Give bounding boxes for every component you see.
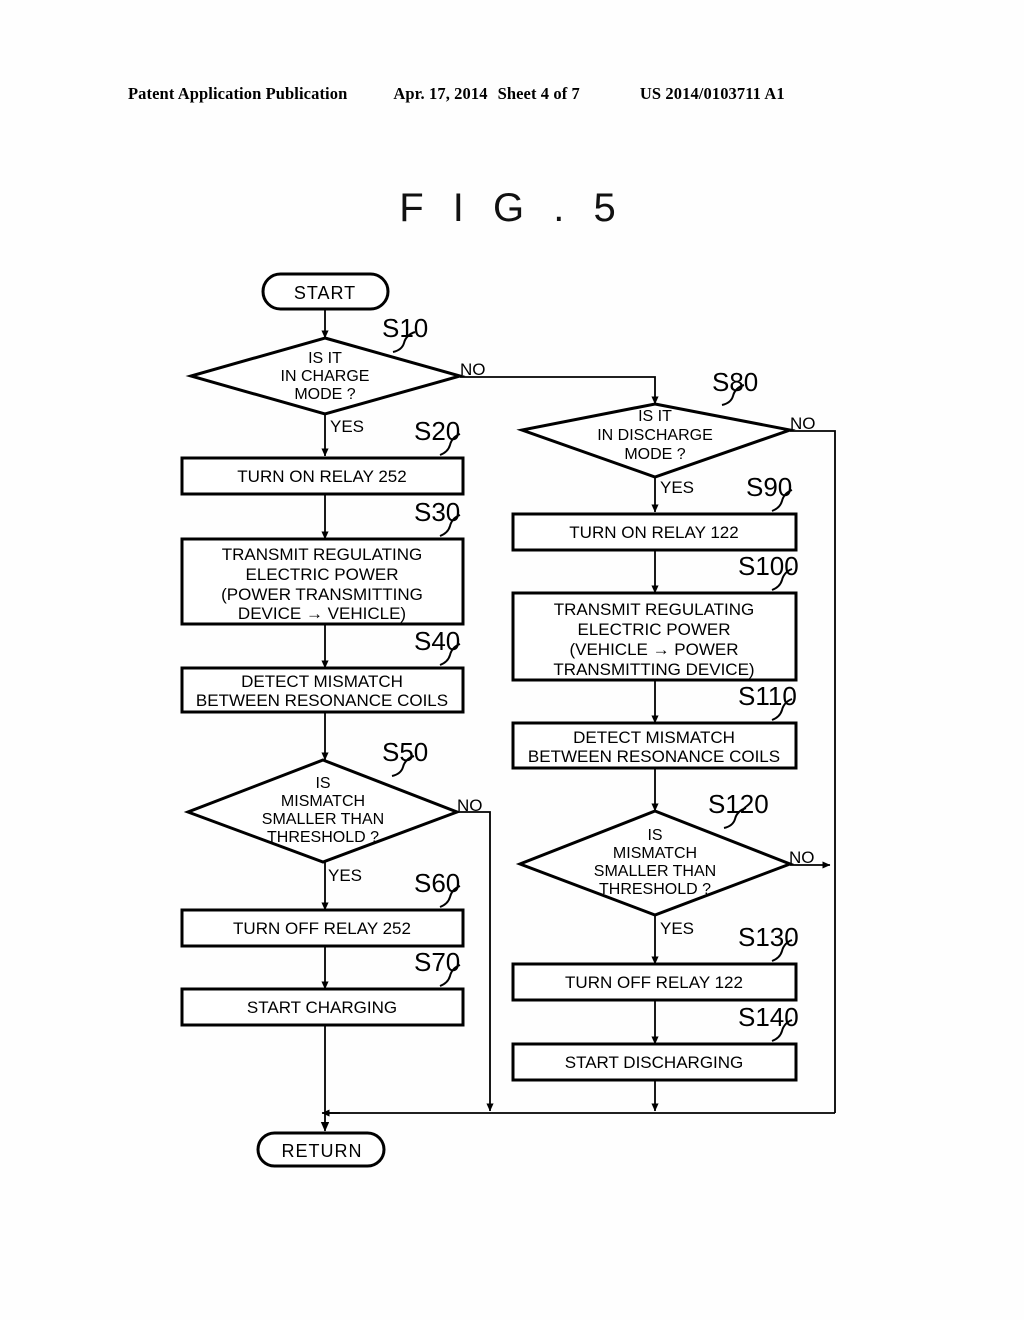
node-s10-line-1: IN CHARGE <box>281 368 370 385</box>
node-s120-line-2: SMALLER THAN <box>594 863 716 880</box>
branch-s120-no: NO <box>789 848 815 867</box>
node-s120-line-3: THRESHOLD ? <box>599 881 711 898</box>
branch-s50-yes: YES <box>328 866 362 885</box>
node-s70: START CHARGING <box>180 987 465 1027</box>
node-s80-line-2: MODE ? <box>624 446 685 463</box>
node-s80-line-0: IS IT <box>638 408 672 425</box>
node-s50-line-1: MISMATCH <box>281 793 365 810</box>
step-label-s130: S130 <box>738 922 799 952</box>
node-s90-line-0: TURN ON RELAY 122 <box>569 523 738 542</box>
node-s20-line-0: TURN ON RELAY 252 <box>237 467 406 486</box>
node-s50-line-0: IS <box>315 775 330 792</box>
node-s130: TURN OFF RELAY 122 <box>511 962 798 1002</box>
node-s80-line-1: IN DISCHARGE <box>597 427 713 444</box>
node-return-label: RETURN <box>282 1141 363 1161</box>
node-return: RETURN <box>256 1131 386 1168</box>
node-s140: START DISCHARGING <box>511 1042 798 1082</box>
node-s100-line-3: TRANSMITTING DEVICE) <box>553 660 754 679</box>
node-s30-line-3: DEVICE → VEHICLE) <box>238 604 406 623</box>
branch-s120-yes: YES <box>660 919 694 938</box>
step-label-s100: S100 <box>738 551 799 581</box>
step-label-s20: S20 <box>414 416 460 446</box>
connector-s10-no-to-s80 <box>460 376 659 405</box>
node-s10: IS IT IN CHARGE MODE ? <box>185 336 466 416</box>
node-s70-line-0: START CHARGING <box>247 998 397 1017</box>
step-label-s10: S10 <box>382 313 428 343</box>
node-s100-line-1: ELECTRIC POWER <box>577 620 730 639</box>
flowchart-diagram: START IS IT IN CHARGE MODE ? S10 NO YES … <box>180 272 836 1168</box>
node-s60: TURN OFF RELAY 252 <box>180 908 465 948</box>
step-label-s140: S140 <box>738 1002 799 1032</box>
branch-s10-no: NO <box>460 360 486 379</box>
node-s20: TURN ON RELAY 252 <box>180 456 465 496</box>
node-s60-line-0: TURN OFF RELAY 252 <box>233 919 411 938</box>
node-s120: IS MISMATCH SMALLER THAN THRESHOLD ? <box>515 809 795 917</box>
branch-s80-no: NO <box>790 414 816 433</box>
branch-s80-yes: YES <box>660 478 694 497</box>
node-s40-line-1: BETWEEN RESONANCE COILS <box>196 691 448 710</box>
patent-page: Patent Application Publication Apr. 17, … <box>0 0 1024 1320</box>
step-label-s30: S30 <box>414 497 460 527</box>
node-s90: TURN ON RELAY 122 <box>511 512 798 552</box>
step-label-s50: S50 <box>382 737 428 767</box>
node-s30: TRANSMIT REGULATING ELECTRIC POWER (POWE… <box>180 537 465 626</box>
node-s120-line-1: MISMATCH <box>613 845 697 862</box>
step-label-s90: S90 <box>746 472 792 502</box>
step-label-s120: S120 <box>708 789 769 819</box>
node-s130-line-0: TURN OFF RELAY 122 <box>565 973 743 992</box>
node-s10-line-2: MODE ? <box>294 386 355 403</box>
node-s110: DETECT MISMATCH BETWEEN RESONANCE COILS <box>511 721 798 770</box>
step-label-s70: S70 <box>414 947 460 977</box>
step-label-s110: S110 <box>738 681 797 711</box>
node-s40-line-0: DETECT MISMATCH <box>241 672 403 691</box>
node-s110-line-1: BETWEEN RESONANCE COILS <box>528 747 780 766</box>
node-s30-line-0: TRANSMIT REGULATING <box>222 545 423 564</box>
node-s140-line-0: START DISCHARGING <box>565 1053 744 1072</box>
node-s30-line-2: (POWER TRANSMITTING <box>221 585 423 604</box>
branch-s10-yes: YES <box>330 417 364 436</box>
node-s50-line-2: SMALLER THAN <box>262 811 384 828</box>
node-s50-line-3: THRESHOLD ? <box>267 829 379 846</box>
node-s40: DETECT MISMATCH BETWEEN RESONANCE COILS <box>180 666 465 714</box>
node-s120-line-0: IS <box>647 827 662 844</box>
node-s100: TRANSMIT REGULATING ELECTRIC POWER (VEHI… <box>511 591 798 682</box>
node-start: START <box>261 272 390 311</box>
node-s10-line-0: IS IT <box>308 350 342 367</box>
node-s30-line-1: ELECTRIC POWER <box>245 565 398 584</box>
step-label-s80: S80 <box>712 367 758 397</box>
step-label-s40: S40 <box>414 626 460 656</box>
node-s100-line-0: TRANSMIT REGULATING <box>554 600 755 619</box>
node-start-label: START <box>294 283 356 303</box>
node-s80: IS IT IN DISCHARGE MODE ? <box>516 402 796 479</box>
connector-s50-no-to-return-rail <box>457 811 494 1112</box>
node-s100-line-2: (VEHICLE → POWER <box>569 640 738 659</box>
step-label-s60: S60 <box>414 868 460 898</box>
branch-s50-no: NO <box>457 796 483 815</box>
node-s50: IS MISMATCH SMALLER THAN THRESHOLD ? <box>183 758 462 864</box>
node-s110-line-0: DETECT MISMATCH <box>573 728 735 747</box>
